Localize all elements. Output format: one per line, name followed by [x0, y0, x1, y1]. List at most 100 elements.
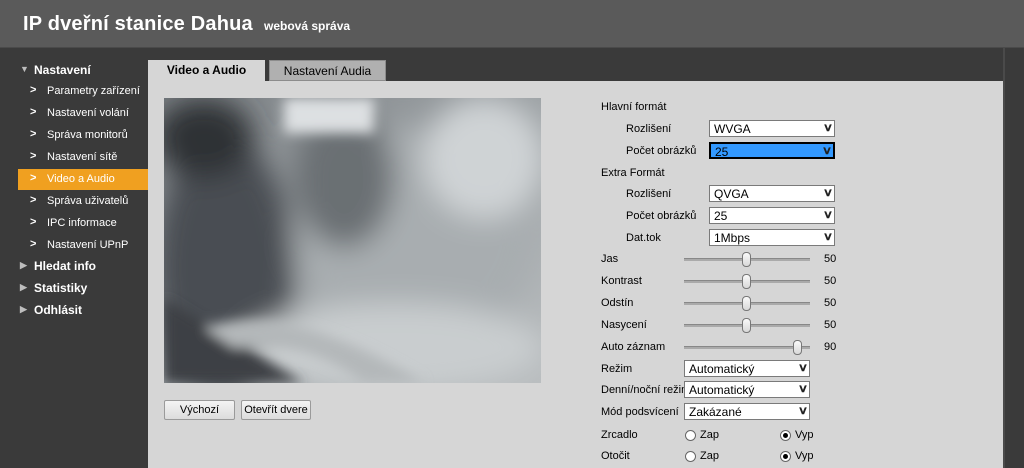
- sidebar-item-label: Nastavení: [34, 63, 91, 77]
- sidebar-item-label: Správa monitorů: [47, 129, 128, 141]
- chevron-down-icon: ∨: [797, 405, 809, 417]
- camera-feed-image: [164, 98, 541, 383]
- tab-nastaveni-audia[interactable]: Nastavení Audia: [269, 60, 386, 81]
- app-header: IP dveřní stanice Dahua webová správa: [0, 0, 1024, 48]
- sidebar-item-label: Video a Audio: [47, 173, 115, 185]
- main-resolution-label: Rozlišení: [626, 123, 672, 135]
- sidebar-item-label: Nastavení UPnP: [47, 239, 129, 251]
- default-button[interactable]: Výchozí: [164, 400, 235, 420]
- app-title: IP dveřní stanice Dahua: [23, 13, 253, 35]
- hue-label: Odstín: [601, 297, 634, 309]
- radio-selected-dot: [783, 454, 788, 459]
- video-preview: [164, 98, 541, 383]
- sidebar-item-label: Správa uživatelů: [47, 195, 129, 207]
- slider-thumb[interactable]: [742, 274, 751, 289]
- main-format-heading: Hlavní formát: [601, 101, 667, 113]
- auto-record-label: Auto záznam: [601, 341, 666, 353]
- triangle-down-icon: ▼: [20, 64, 29, 74]
- chevron-down-icon: ∨: [821, 145, 833, 157]
- chevron-down-icon: ∨: [822, 187, 834, 199]
- sidebar-item-label: Parametry zařízení: [47, 85, 140, 97]
- chevron-down-icon: ∨: [797, 362, 809, 374]
- sidebar-item-odhlasit[interactable]: ▶ Odhlásit: [18, 300, 148, 321]
- contrast-label: Kontrast: [601, 275, 642, 287]
- rotate-on-radio[interactable]: [685, 451, 696, 462]
- frame-edge: [1003, 48, 1005, 468]
- saturation-slider[interactable]: [684, 318, 810, 333]
- backlight-label: Mód podsvícení: [601, 406, 679, 418]
- chevron-down-icon: ∨: [822, 231, 834, 243]
- main-fps-label: Počet obrázků: [626, 145, 697, 157]
- chevron-right-icon: >: [30, 128, 37, 140]
- extra-bitrate-select[interactable]: 1Mbps ∨: [709, 229, 835, 246]
- sidebar-item-nastaveni-site[interactable]: > Nastavení sítě: [18, 147, 148, 168]
- sidebar: ▼ Nastavení > Parametry zařízení > Nasta…: [0, 48, 148, 468]
- mirror-label: Zrcadlo: [601, 429, 638, 441]
- sidebar-item-ipc-informace[interactable]: > IPC informace: [18, 213, 148, 234]
- sidebar-item-label: Odhlásit: [34, 303, 83, 317]
- brightness-slider[interactable]: [684, 252, 810, 267]
- auto-record-slider[interactable]: [684, 340, 810, 355]
- sidebar-item-label: Nastavení sítě: [47, 151, 118, 163]
- sidebar-item-statistiky[interactable]: ▶ Statistiky: [18, 278, 148, 299]
- saturation-value: 50: [824, 319, 837, 331]
- contrast-slider[interactable]: [684, 274, 810, 289]
- sidebar-item-label: Nastavení volání: [47, 107, 129, 119]
- open-door-button[interactable]: Otevřít dvere: [241, 400, 311, 420]
- mirror-off-label: Vyp: [795, 429, 814, 441]
- sidebar-item-hledat-info[interactable]: ▶ Hledat info: [18, 256, 148, 277]
- chevron-right-icon: >: [30, 238, 37, 250]
- sidebar-item-label: Hledat info: [34, 259, 96, 273]
- chevron-right-icon: >: [30, 106, 37, 118]
- day-night-label: Denní/noční režim: [601, 384, 691, 396]
- slider-thumb[interactable]: [742, 252, 751, 267]
- rotate-on-label: Zap: [700, 450, 719, 462]
- mode-select[interactable]: Automatický ∨: [684, 360, 810, 377]
- rotate-off-radio[interactable]: [780, 451, 791, 462]
- slider-thumb[interactable]: [742, 296, 751, 311]
- sidebar-item-sprava-monitoru[interactable]: > Správa monitorů: [18, 125, 148, 146]
- chevron-down-icon: ∨: [822, 122, 834, 134]
- chevron-right-icon: >: [30, 84, 37, 96]
- brightness-value: 50: [824, 253, 837, 265]
- rotate-label: Otočit: [601, 450, 630, 462]
- chevron-right-icon: >: [30, 172, 37, 184]
- sidebar-item-nastaveni-upnp[interactable]: > Nastavení UPnP: [18, 235, 148, 256]
- backlight-select[interactable]: Zakázané ∨: [684, 403, 810, 420]
- mirror-on-label: Zap: [700, 429, 719, 441]
- saturation-label: Nasycení: [601, 319, 647, 331]
- extra-resolution-label: Rozlišení: [626, 188, 672, 200]
- sidebar-item-nastaveni-volani[interactable]: > Nastavení volání: [18, 103, 148, 124]
- extra-fps-select[interactable]: 25 ∨: [709, 207, 835, 224]
- sidebar-item-sprava-uzivatelu[interactable]: > Správa uživatelů: [18, 191, 148, 212]
- triangle-right-icon: ▶: [20, 260, 27, 270]
- slider-thumb[interactable]: [793, 340, 802, 355]
- mirror-off-radio[interactable]: [780, 430, 791, 441]
- radio-selected-dot: [783, 433, 788, 438]
- chevron-down-icon: ∨: [822, 209, 834, 221]
- hue-value: 50: [824, 297, 837, 309]
- tab-video-audio[interactable]: Video a Audio: [148, 60, 265, 81]
- contrast-value: 50: [824, 275, 837, 287]
- main-fps-select[interactable]: 25 ∨: [709, 142, 835, 159]
- triangle-right-icon: ▶: [20, 282, 27, 292]
- extra-resolution-select[interactable]: QVGA ∨: [709, 185, 835, 202]
- sidebar-item-parametry-zarizeni[interactable]: > Parametry zařízení: [18, 81, 148, 102]
- sidebar-item-video-audio[interactable]: > Video a Audio: [18, 169, 148, 190]
- mode-label: Režim: [601, 363, 633, 375]
- extra-format-heading: Extra Formát: [601, 167, 665, 179]
- sidebar-item-nastaveni[interactable]: ▼ Nastavení: [18, 60, 148, 81]
- sidebar-item-label: Statistiky: [34, 281, 88, 295]
- chevron-right-icon: >: [30, 216, 37, 228]
- hue-slider[interactable]: [684, 296, 810, 311]
- extra-bitrate-label: Dat.tok: [626, 232, 661, 244]
- day-night-select[interactable]: Automatický ∨: [684, 381, 810, 398]
- sidebar-item-label: IPC informace: [47, 217, 117, 229]
- rotate-off-label: Vyp: [795, 450, 814, 462]
- brightness-label: Jas: [601, 253, 619, 265]
- auto-record-value: 90: [824, 341, 837, 353]
- app-subtitle: webová správa: [264, 19, 351, 33]
- slider-thumb[interactable]: [742, 318, 751, 333]
- mirror-on-radio[interactable]: [685, 430, 696, 441]
- main-resolution-select[interactable]: WVGA ∨: [709, 120, 835, 137]
